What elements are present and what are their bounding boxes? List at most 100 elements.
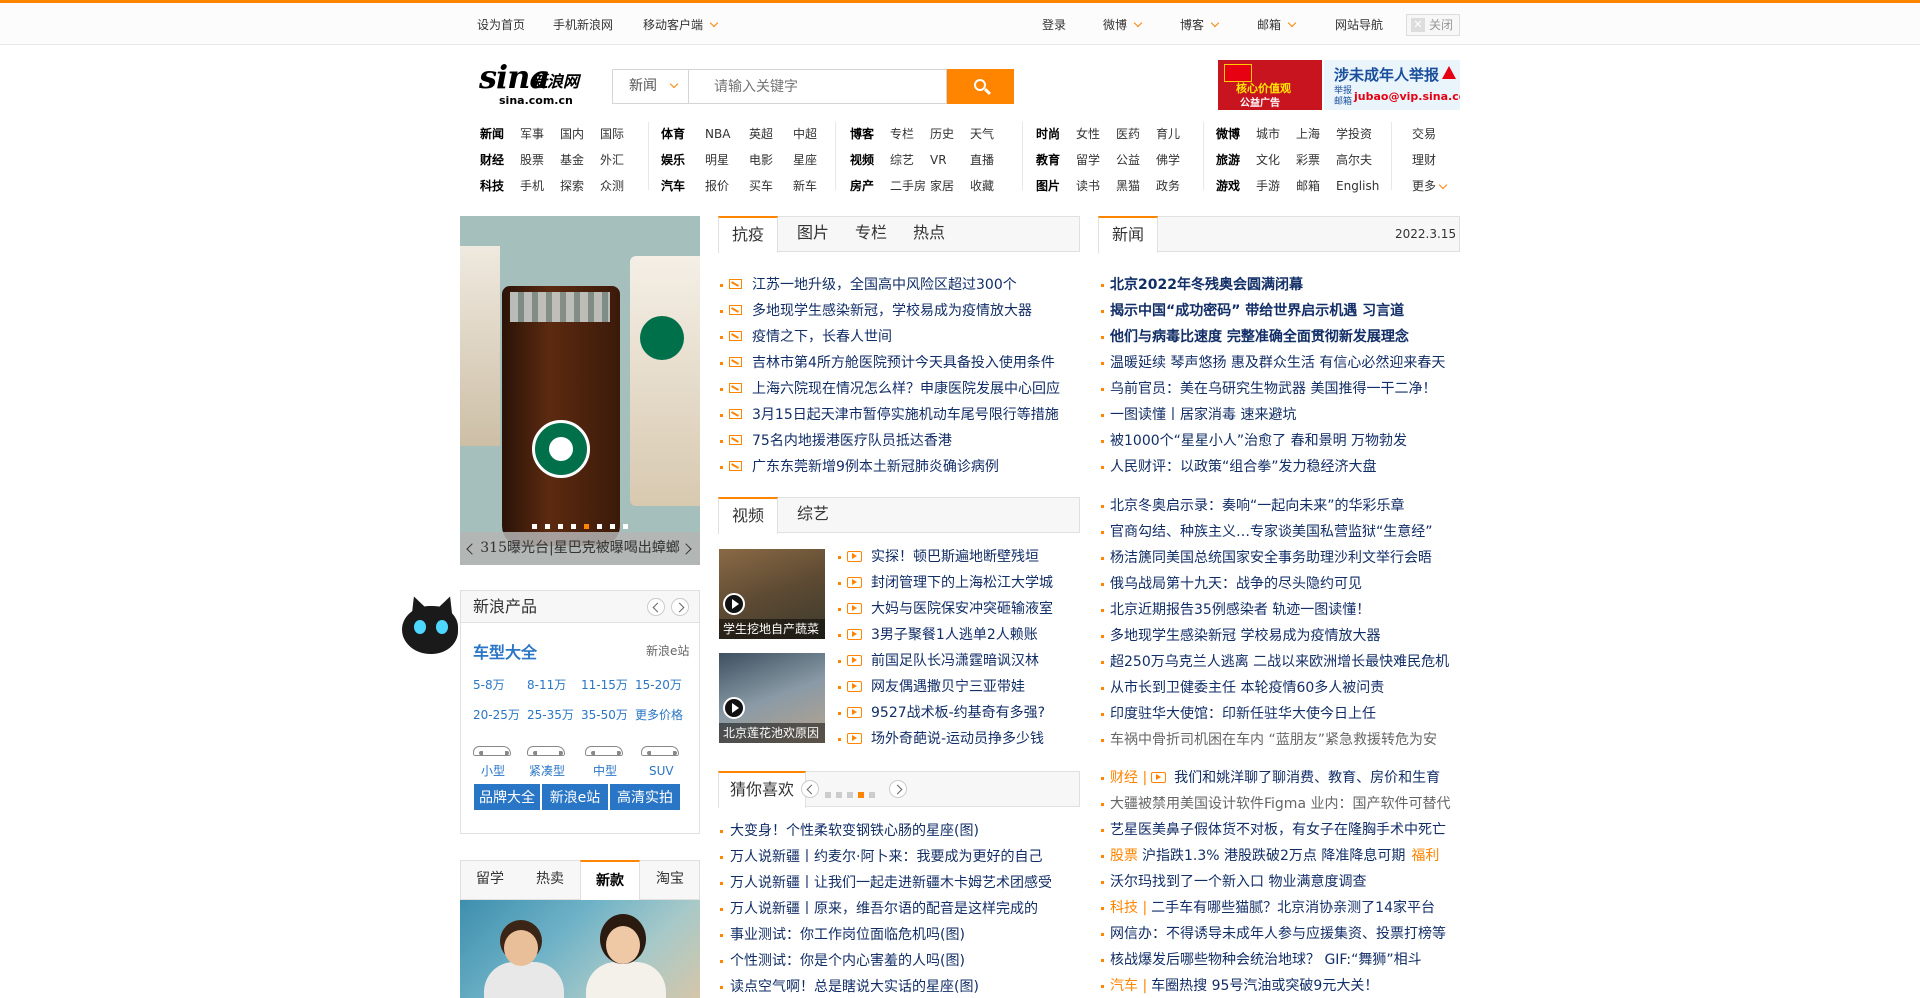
pager-dot[interactable]	[836, 792, 842, 798]
guess-link[interactable]: 万人说新疆丨让我们一起走进新疆木卡姆艺术团感受	[730, 873, 1052, 893]
headline-link[interactable]: 一图读懂丨居家消毒 速来避坑	[1110, 405, 1296, 425]
category-link[interactable]: 汽车 |	[1110, 978, 1147, 994]
video-link[interactable]: 前国足队长冯潇霆暗讽汉林	[871, 651, 1039, 671]
video-link[interactable]: 场外奇葩说-运动员挣多少钱	[871, 729, 1044, 749]
pager-dot[interactable]	[869, 792, 875, 798]
search-button[interactable]	[947, 69, 1014, 104]
nav-link[interactable]: 城市	[1256, 124, 1280, 144]
nav-link[interactable]: 股票	[520, 150, 544, 170]
nav-link[interactable]: 时尚	[1036, 124, 1060, 144]
carousel-dot[interactable]	[571, 524, 576, 529]
nav-link[interactable]: 外汇	[600, 150, 624, 170]
nav-link[interactable]: 学投资	[1336, 124, 1372, 144]
nav-link[interactable]: 众测	[600, 176, 624, 196]
news-link[interactable]: 多地现学生感染新冠，学校易成为疫情放大器	[752, 301, 1032, 321]
weibo-menu[interactable]: 微博	[1103, 15, 1143, 35]
tab-variety[interactable]: 综艺	[785, 497, 841, 533]
nav-link[interactable]: 收藏	[970, 176, 994, 196]
carousel-dot[interactable]	[558, 524, 563, 529]
video-link[interactable]: 大妈与医院保安冲突砸输液室	[871, 599, 1053, 619]
news-link[interactable]: 官商勾结、种族主义…专家谈美国私营监狱“生意经”	[1110, 522, 1433, 542]
nav-link[interactable]: 图片	[1036, 176, 1060, 196]
blog-menu[interactable]: 博客	[1180, 15, 1220, 35]
nav-link[interactable]: 新车	[793, 176, 817, 196]
nav-link[interactable]: 政务	[1156, 176, 1180, 196]
news-link[interactable]: 吉林市第4所方舱医院预计今天具备投入使用条件	[752, 353, 1055, 373]
nav-link[interactable]: 基金	[560, 150, 584, 170]
news-link[interactable]: 上海六院现在情况怎么样？申康医院发展中心回应	[752, 379, 1060, 399]
nav-link[interactable]: 邮箱	[1296, 176, 1320, 196]
price-range-link[interactable]: 5-8万	[473, 677, 505, 693]
sina-logo[interactable]: sina 新浪网 sina.com.cn	[479, 58, 591, 110]
headline-link[interactable]: 乌前官员：美在乌研究生物武器 美国推得一干二净！	[1110, 379, 1436, 399]
nav-link[interactable]: 微博	[1216, 124, 1240, 144]
nav-link[interactable]: 育儿	[1156, 124, 1180, 144]
chevron-left-icon[interactable]	[647, 598, 665, 616]
nav-link[interactable]: 手机	[520, 176, 544, 196]
pager-dot[interactable]	[847, 792, 853, 798]
nav-link[interactable]: 女性	[1076, 124, 1100, 144]
guess-link[interactable]: 大变身！个性柔软变钢铁心肠的星座(图)	[730, 821, 979, 841]
chevron-right-icon[interactable]	[889, 780, 907, 798]
nav-link[interactable]: 娱乐	[661, 150, 685, 170]
news-link[interactable]: 二手车有哪些猫腻？北京消协亲测了14家平台	[1151, 900, 1435, 916]
nav-link[interactable]: 科技	[480, 176, 504, 196]
nav-link[interactable]: 更多	[1412, 176, 1436, 196]
nav-link[interactable]: 旅游	[1216, 150, 1240, 170]
nav-link[interactable]: 文化	[1256, 150, 1280, 170]
tab-hot[interactable]: 热点	[901, 216, 957, 252]
news-link[interactable]: 3月15日起天津市暂停实施机动车尾号限行等措施	[752, 405, 1059, 425]
headline-link[interactable]: 温暖延续 琴声悠扬 惠及群众生活 有信心必然迎来春天	[1110, 353, 1445, 373]
video-thumb[interactable]: 北京莲花池欢原因	[719, 653, 825, 743]
pager-dot[interactable]	[858, 792, 864, 798]
chevron-left-icon[interactable]	[801, 780, 819, 798]
tab-epidemic[interactable]: 抗疫	[718, 216, 778, 253]
set-homepage-link[interactable]: 设为首页	[477, 15, 525, 35]
car-type-link[interactable]: 中型	[593, 763, 617, 779]
photo-carousel[interactable]: 315曝光台|星巴克被曝喝出蟑螂	[460, 216, 700, 565]
headline-link[interactable]: 他们与病毒比速度 完整准确全面贯彻新发展理念	[1110, 327, 1409, 347]
news-link[interactable]: 大疆被禁用美国设计软件Figma 业内：国产软件可替代	[1110, 796, 1450, 812]
chevron-left-icon[interactable]	[466, 543, 478, 555]
car-type-link[interactable]: 紧凑型	[529, 763, 565, 779]
news-link[interactable]: 我们和姚洋聊了聊消费、教育、房价和生育	[1174, 770, 1440, 786]
nav-link[interactable]: 医药	[1116, 124, 1140, 144]
nav-link[interactable]: 专栏	[890, 124, 914, 144]
nav-link[interactable]: VR	[930, 150, 947, 170]
news-link[interactable]: 网信办：不得诱导未成年人参与应援集资、投票打榜等	[1110, 926, 1446, 942]
product-button[interactable]: 新浪e站	[541, 783, 609, 811]
carousel-dot[interactable]	[610, 524, 615, 529]
category-link[interactable]: 科技 |	[1110, 900, 1147, 916]
nav-link[interactable]: 视频	[850, 150, 874, 170]
price-range-link[interactable]: 35-50万	[581, 707, 628, 723]
shopping-photo[interactable]	[460, 900, 700, 998]
nav-link[interactable]: 彩票	[1296, 150, 1320, 170]
shopping-tab[interactable]: 新款	[580, 860, 640, 900]
nav-link[interactable]: 读书	[1076, 176, 1100, 196]
car-models-title[interactable]: 车型大全	[473, 639, 537, 663]
guess-link[interactable]: 个性测试：你是个内心害羞的人吗(图)	[730, 951, 965, 971]
video-link[interactable]: 实探！顿巴斯遍地断壁残垣	[871, 547, 1039, 567]
video-link[interactable]: 网友偶遇撒贝宁三亚带娃	[871, 677, 1025, 697]
pager-dot[interactable]	[825, 792, 831, 798]
mobile-sina-link[interactable]: 手机新浪网	[553, 15, 613, 35]
nav-link[interactable]: 军事	[520, 124, 544, 144]
news-link[interactable]: 北京冬奥启示录：奏响“一起向未来”的华彩乐章	[1110, 496, 1405, 516]
carousel-caption[interactable]: 315曝光台|星巴克被曝喝出蟑螂	[480, 540, 679, 556]
carousel-dot[interactable]	[584, 524, 589, 529]
news-link[interactable]: 从市长到卫健委主任 本轮疫情60多人被问责	[1110, 678, 1384, 698]
guess-link[interactable]: 万人说新疆丨原来，维吾尔语的配音是这样完成的	[730, 899, 1038, 919]
category-link[interactable]: 财经 |	[1110, 770, 1147, 786]
product-button[interactable]: 高清实拍	[609, 783, 681, 811]
nav-link[interactable]: 二手房	[890, 176, 926, 196]
nav-link[interactable]: 房产	[850, 176, 874, 196]
price-range-link[interactable]: 8-11万	[527, 677, 566, 693]
mobile-client-menu[interactable]: 移动客户端	[643, 15, 719, 35]
nav-link[interactable]: 汽车	[661, 176, 685, 196]
shopping-tab[interactable]: 热卖	[520, 860, 580, 900]
news-link[interactable]: 车祸中骨折司机困在车内 “蓝朋友”紧急救援转危为安	[1110, 730, 1437, 750]
car-icon[interactable]	[585, 741, 623, 757]
headline-link[interactable]: 揭示中国“成功密码” 带给世界启示机遇 习言道	[1110, 301, 1404, 321]
shopping-tab[interactable]: 淘宝	[640, 860, 700, 900]
nav-link[interactable]: 历史	[930, 124, 954, 144]
